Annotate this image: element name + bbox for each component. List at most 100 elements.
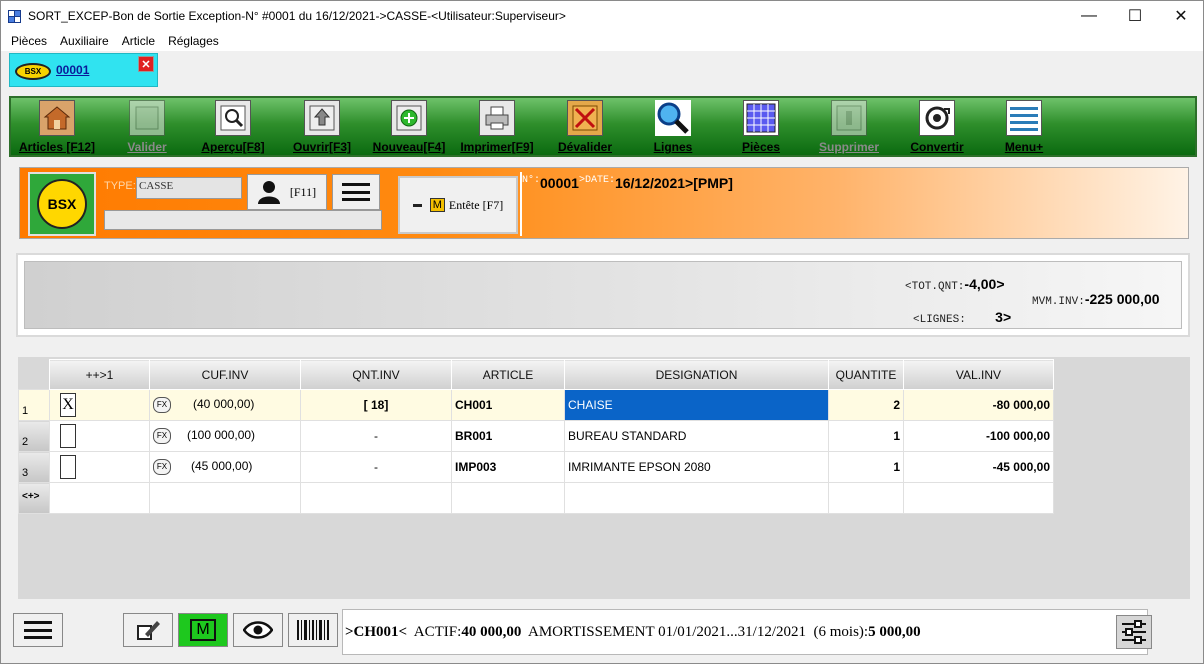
convert-button[interactable]: Convertir [905,100,969,154]
view-button[interactable] [233,613,283,647]
menu-reglages[interactable]: Réglages [168,34,219,48]
entete-button[interactable]: M Entête [F7] [398,176,518,234]
new-row[interactable]: <+> [18,482,1054,514]
valuation-method: >[PMP] [685,175,733,191]
row-number[interactable]: 2 [18,420,50,452]
lines-grid: ++>1 CUF.INV QNT.INV ARTICLE DESIGNATION… [18,359,1054,514]
qnt-inv-value[interactable]: [ 18] [300,389,452,421]
barcode-button[interactable] [288,613,338,647]
row-number[interactable]: 1 [18,389,50,421]
delete-button[interactable]: Supprimer [813,100,885,154]
open-button[interactable]: Ouvrir[F3] [287,100,357,154]
convert-icon [919,100,955,136]
settings-button[interactable] [1116,615,1152,649]
article-status-panel: >CH001< ACTIF:40 000,00 AMORTISSEMENT 01… [342,609,1148,655]
qnt-inv-value[interactable]: - [300,451,452,483]
hamburger-icon [24,621,52,639]
pieces-button[interactable]: Pièces [731,100,791,154]
value-cell[interactable]: -80 000,00 [903,389,1054,421]
cuf-inv-value: (45 000,00) [191,459,253,473]
period-value: 5 000,00 [868,624,921,640]
search-lines-icon [655,100,691,136]
article-code[interactable]: BR001 [451,420,565,452]
fx-icon[interactable]: FX [153,428,171,444]
column-header-val-inv[interactable]: VAL.INV [903,359,1054,390]
edit-button[interactable] [123,613,173,647]
column-header-quantite[interactable]: QUANTITE [828,359,904,390]
column-header-qnt-inv[interactable]: QNT.INV [300,359,452,390]
value-cell[interactable]: -100 000,00 [903,420,1054,452]
menu-pieces[interactable]: Pièces [11,34,47,48]
new-button[interactable]: Nouveau[F4] [367,100,451,154]
menu-plus-button[interactable]: Menu+ [999,100,1049,154]
quantity-cell[interactable]: 1 [828,451,904,483]
designation-cell[interactable]: CHAISE [564,389,829,421]
column-header-designation[interactable]: DESIGNATION [564,359,829,390]
new-row-marker[interactable]: <+> [18,482,50,514]
inventory-movement: MVM.INV:-225 000,00 [1032,291,1160,308]
quantity-cell[interactable]: 1 [828,420,904,452]
total-quantity: <TOT.QNT:-4,00> [905,276,1005,293]
article-code[interactable]: IMP003 [451,451,565,483]
minimize-button[interactable]: — [1066,1,1112,31]
column-header-select[interactable]: ++>1 [49,359,150,390]
maximize-button[interactable]: ☐ [1112,1,1158,31]
document-tab[interactable]: BSX 00001 ✕ [9,53,158,87]
header-menu-button[interactable] [332,174,380,210]
value-cell[interactable]: -45 000,00 [903,451,1054,483]
articles-icon [39,100,75,136]
document-tab-number[interactable]: 00001 [56,63,89,77]
column-header-article[interactable]: ARTICLE [451,359,565,390]
print-button[interactable]: Imprimer[F9] [455,100,539,154]
table-row[interactable]: 1 X FX (40 000,00) [ 18] CH001 CHAISE 2 -… [18,389,1054,421]
document-number: 00001 [540,175,579,191]
row-checkbox[interactable] [60,455,76,479]
pieces-icon [743,100,779,136]
menu-bar: Pièces Auxiliaire Article Réglages [1,31,1203,51]
row-checkbox[interactable] [60,424,76,448]
qnt-inv-value[interactable]: - [300,420,452,452]
article-code[interactable]: CH001 [451,389,565,421]
bottom-bar: M >CH001< ACTIF:40 000,00 AMORTISSEMENT … [1,605,1203,663]
menu-plus-icon [1006,100,1042,136]
menu-article[interactable]: Article [122,34,155,48]
designation-cell[interactable]: BUREAU STANDARD [564,420,829,452]
bsx-logo: BSX [28,172,96,236]
secondary-field[interactable] [104,210,382,230]
fx-icon[interactable]: FX [153,459,171,475]
tab-close-button[interactable]: ✕ [138,56,154,72]
quantity-cell[interactable]: 2 [828,389,904,421]
type-field[interactable]: CASSE [136,177,242,199]
line-count: <LIGNES: 3> [913,309,1012,326]
column-header-cuf-inv[interactable]: CUF.INV [149,359,301,390]
lines-button[interactable]: Lignes [647,100,699,154]
row-checkbox[interactable]: X [60,393,76,417]
unvalidate-icon [567,100,603,136]
user-button[interactable]: [F11] [247,174,327,210]
fx-icon[interactable]: FX [153,397,171,413]
preview-button[interactable]: Aperçu[F8] [195,100,271,154]
status-article: >CH001< [345,624,408,640]
barcode-icon [297,620,329,640]
preview-icon [215,100,251,136]
bottom-menu-button[interactable] [13,613,63,647]
app-logo-icon [8,9,21,23]
totals-panel: <TOT.QNT:-4,00> <LIGNES: 3> MVM.INV:-225… [16,253,1190,337]
edit-icon [137,621,160,640]
row-number[interactable]: 3 [18,451,50,483]
validate-button[interactable]: Valider [115,100,179,154]
app-window: SORT_EXCEP-Bon de Sortie Exception-N° #0… [0,0,1204,664]
sliders-icon [1122,620,1146,644]
menu-auxiliaire[interactable]: Auxiliaire [60,34,109,48]
user-icon [257,181,280,204]
table-row[interactable]: 2 FX (100 000,00) - BR001 BUREAU STANDARD… [18,420,1054,452]
document-date: 16/12/2021 [614,175,686,191]
table-row[interactable]: 3 FX (45 000,00) - IMP003 IMRIMANTE EPSON… [18,451,1054,483]
close-button[interactable]: ✕ [1158,1,1204,31]
unvalidate-button[interactable]: Dévalider [551,100,619,154]
designation-cell[interactable]: IMRIMANTE EPSON 2080 [564,451,829,483]
articles-button[interactable]: Articles [F12] [15,100,99,154]
m-button[interactable]: M [178,613,228,647]
m-button-icon: M [190,619,216,641]
bsx-logo-icon: BSX [37,179,87,229]
